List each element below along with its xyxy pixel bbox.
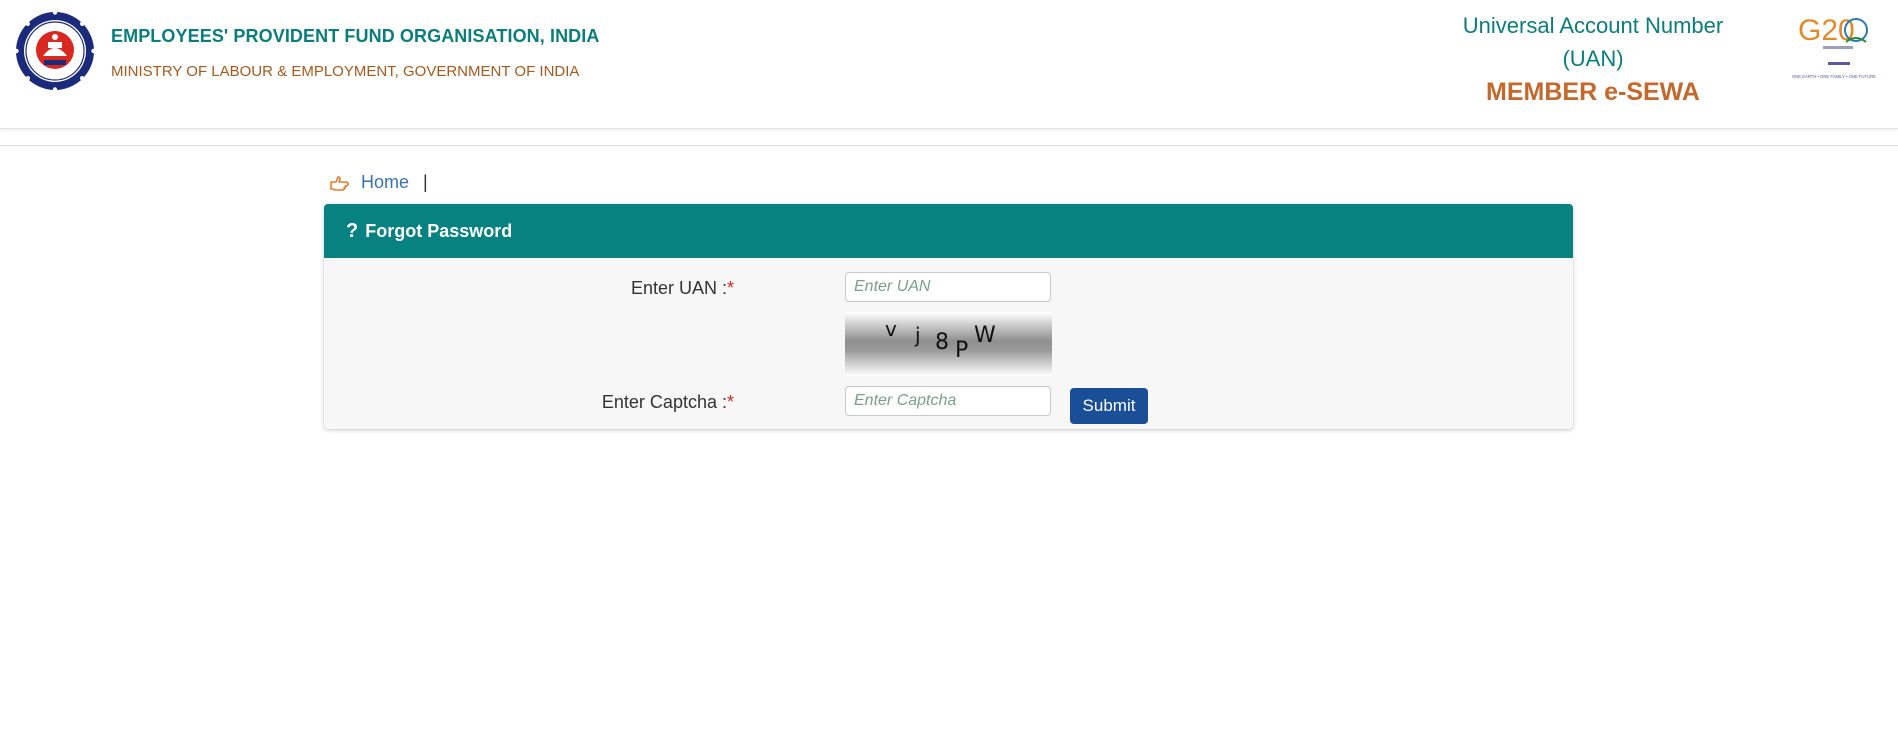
breadcrumb-home-link[interactable]: Home bbox=[361, 172, 409, 193]
member-esewa-title: MEMBER e-SEWA bbox=[1486, 78, 1700, 106]
g20-logo: G20 ONE EARTH • ONE FAMILY • ONE FUTURE bbox=[1790, 10, 1886, 82]
captcha-label: Enter Captcha :* bbox=[414, 392, 734, 413]
ministry-name: MINISTRY OF LABOUR & EMPLOYMENT, GOVERNM… bbox=[111, 63, 580, 80]
captcha-char-3: 8 bbox=[935, 330, 949, 355]
captcha-char-1: v bbox=[885, 317, 897, 341]
captcha-char-2: j bbox=[914, 323, 921, 347]
required-mark: * bbox=[726, 392, 734, 412]
org-name: EMPLOYEES' PROVIDENT FUND ORGANISATION, … bbox=[111, 26, 600, 46]
header-strip bbox=[0, 129, 1898, 146]
uan-title-line2: (UAN) bbox=[1562, 46, 1624, 71]
hand-pointing-icon bbox=[330, 175, 349, 191]
captcha-char-4: P bbox=[955, 338, 968, 363]
captcha-input[interactable] bbox=[845, 386, 1051, 416]
forgot-password-panel: ? Forgot Password Enter UAN :* v j 8 P W… bbox=[324, 204, 1573, 429]
uan-title-line1: Universal Account Number bbox=[1462, 13, 1724, 38]
uan-label: Enter UAN :* bbox=[414, 278, 734, 299]
g20-tagline: ONE EARTH • ONE FAMILY • ONE FUTURE bbox=[1792, 74, 1876, 79]
captcha-char-5: W bbox=[974, 323, 996, 348]
g20-emblem-icon: G20 ONE EARTH • ONE FAMILY • ONE FUTURE bbox=[1792, 14, 1876, 79]
panel-title: Forgot Password bbox=[365, 220, 513, 241]
question-mark-icon: ? bbox=[346, 219, 359, 242]
captcha-image: v j 8 P W bbox=[845, 312, 1052, 376]
panel-header: ? Forgot Password bbox=[324, 204, 1573, 258]
breadcrumb: Home | bbox=[329, 172, 428, 193]
uan-title-block: Universal Account Number (UAN) MEMBER e-… bbox=[1440, 9, 1746, 109]
captcha-label-text: Enter Captcha : bbox=[601, 392, 727, 412]
site-header: EMPLOYEES' PROVIDENT FUND ORGANISATION, … bbox=[0, 0, 1898, 129]
breadcrumb-separator: | bbox=[423, 172, 428, 192]
uan-label-text: Enter UAN : bbox=[630, 278, 727, 298]
epfo-logo bbox=[14, 10, 96, 92]
required-mark: * bbox=[726, 278, 734, 298]
uan-input[interactable] bbox=[845, 272, 1051, 302]
submit-button[interactable]: Submit bbox=[1070, 388, 1148, 424]
